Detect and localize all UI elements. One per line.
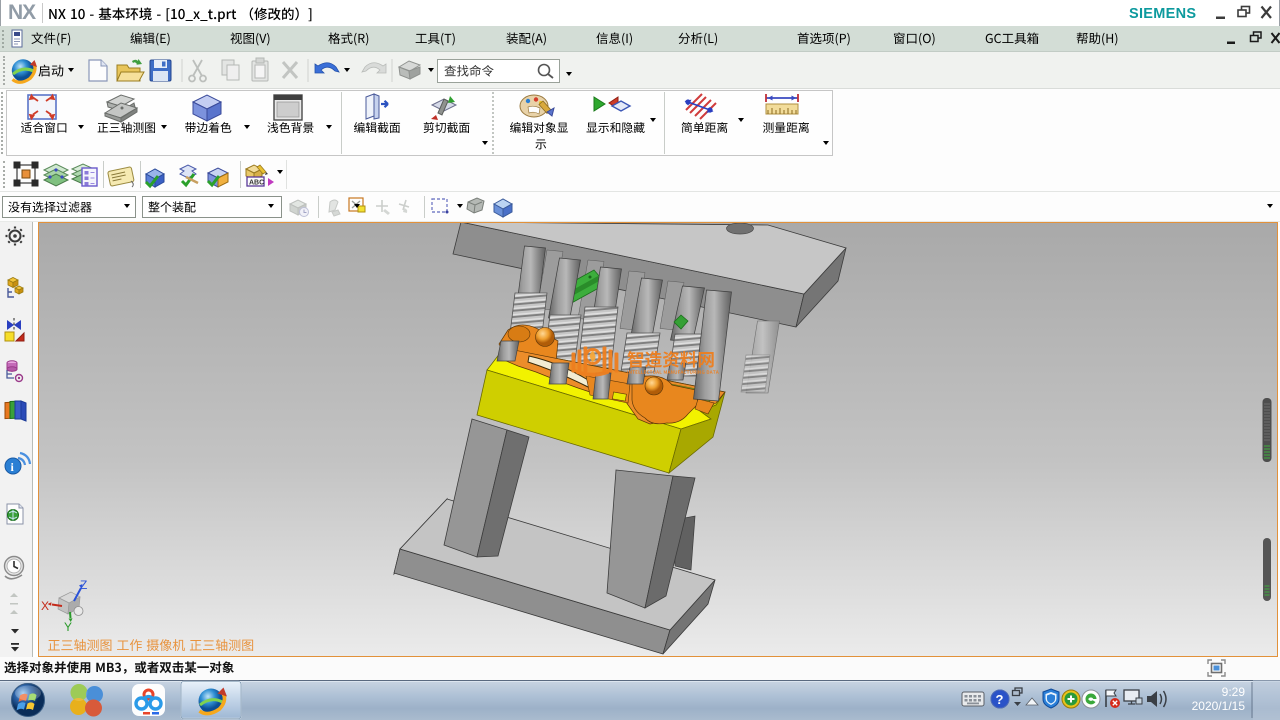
svg-text:Z: Z [80,578,87,592]
svg-text:?: ? [996,692,1004,707]
svg-text:Y: Y [64,620,72,634]
svg-text:ABC: ABC [249,180,264,187]
svg-text:X: X [41,599,49,613]
